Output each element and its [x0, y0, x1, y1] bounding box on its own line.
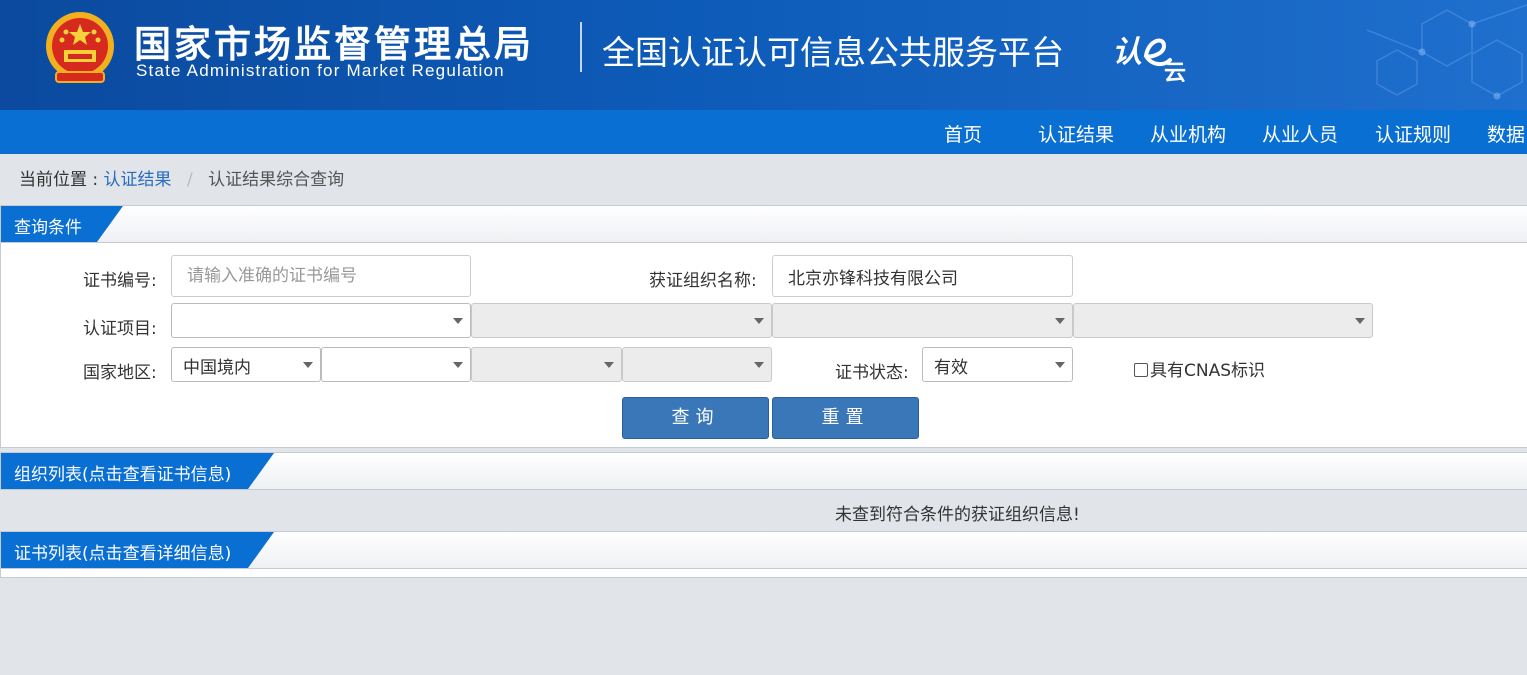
cert-number-input[interactable] — [171, 255, 471, 297]
org-list-panel: 组织列表(点击查看证书信息) — [0, 452, 1527, 490]
org-list-empty-message: 未查到符合条件的获证组织信息! — [835, 505, 1080, 525]
chevron-down-icon — [754, 362, 764, 368]
main-nav: 首页 认证结果 从业机构 从业人员 认证规则 数据 — [0, 110, 1527, 154]
region-select-city[interactable] — [471, 347, 622, 382]
org-list-header: 组织列表(点击查看证书信息) — [1, 453, 1527, 489]
region-select-country-value: 中国境内 — [183, 358, 251, 378]
breadcrumb-separator: / — [186, 170, 193, 190]
status-label: 证书状态: — [835, 363, 909, 383]
status-select[interactable]: 有效 — [922, 347, 1073, 382]
chevron-down-icon — [303, 362, 313, 368]
breadcrumb-link-cert-results[interactable]: 认证结果 — [104, 170, 172, 190]
chevron-down-icon — [604, 362, 614, 368]
header-banner: 国家市场监督管理总局 State Administration for Mark… — [0, 0, 1527, 110]
region-select-province[interactable] — [321, 347, 471, 382]
nav-item-home[interactable]: 首页 — [944, 120, 982, 147]
project-select-1[interactable] — [171, 303, 471, 338]
query-panel-title: 查询条件 — [1, 206, 123, 242]
reset-button[interactable]: 重置 — [772, 397, 919, 439]
chevron-down-icon — [453, 318, 463, 324]
cert-list-header: 证书列表(点击查看详细信息) — [1, 532, 1527, 569]
hexagon-pattern-decoration — [1366, 4, 1527, 100]
platform-title: 全国认证认可信息公共服务平台 — [602, 33, 1064, 72]
cnas-checkbox-label: 具有CNAS标识 — [1150, 361, 1266, 381]
nav-item-personnel[interactable]: 从业人员 — [1262, 120, 1338, 147]
cert-list-panel: 证书列表(点击查看详细信息) — [0, 531, 1527, 578]
nav-item-data[interactable]: 数据 — [1487, 120, 1525, 147]
region-select-district[interactable] — [622, 347, 772, 382]
status-select-value: 有效 — [934, 358, 968, 378]
breadcrumb-current: 认证结果综合查询 — [208, 170, 345, 190]
project-select-2[interactable] — [471, 303, 772, 338]
org-name-en: State Administration for Market Regulati… — [136, 61, 505, 80]
breadcrumb-prefix: 当前位置 : — [19, 170, 99, 190]
chevron-down-icon — [1055, 318, 1065, 324]
region-label: 国家地区: — [83, 363, 157, 383]
platform-logo: 认 云 — [1112, 35, 1186, 82]
nav-item-cert-rules[interactable]: 认证规则 — [1375, 120, 1451, 147]
breadcrumb: 当前位置 : 认证结果 / 认证结果综合查询 — [19, 165, 344, 190]
cnas-checkbox-option[interactable]: 具有CNAS标识 — [1134, 356, 1265, 381]
org-name-cn: 国家市场监督管理总局 — [134, 23, 534, 66]
nav-item-cert-results[interactable]: 认证结果 — [1038, 120, 1114, 147]
chevron-down-icon — [754, 318, 764, 324]
svg-text:认: 认 — [1112, 35, 1142, 70]
cert-list-title: 证书列表(点击查看详细信息) — [1, 532, 274, 568]
national-emblem-icon — [46, 12, 114, 83]
search-button[interactable]: 查询 — [622, 397, 769, 439]
chevron-down-icon — [453, 362, 463, 368]
nav-item-institutions[interactable]: 从业机构 — [1150, 120, 1226, 147]
project-select-3[interactable] — [772, 303, 1073, 338]
cnas-checkbox[interactable] — [1134, 363, 1148, 377]
org-list-title: 组织列表(点击查看证书信息) — [1, 453, 274, 489]
chevron-down-icon — [1355, 318, 1365, 324]
chevron-down-icon — [1055, 362, 1065, 368]
query-panel-header: 查询条件 — [1, 206, 1527, 243]
org-name-input[interactable] — [772, 255, 1073, 297]
org-name-label: 获证组织名称: — [649, 271, 757, 291]
project-select-4[interactable] — [1073, 303, 1373, 338]
svg-text:云: 云 — [1164, 61, 1186, 82]
header-divider — [580, 22, 582, 72]
cert-number-label: 证书编号: — [83, 271, 157, 291]
project-label: 认证项目: — [83, 319, 157, 339]
region-select-country[interactable]: 中国境内 — [171, 347, 321, 382]
